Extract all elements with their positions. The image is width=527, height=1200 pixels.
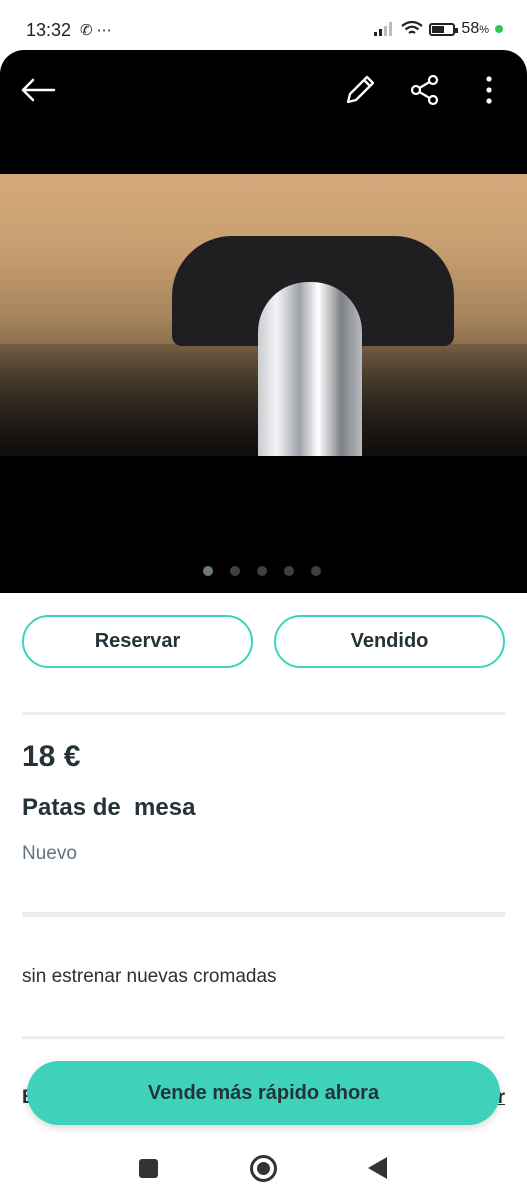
pagination-dot[interactable] (203, 566, 213, 576)
more-vertical-icon (486, 76, 492, 104)
more-options-button[interactable] (469, 70, 509, 110)
status-right-group: 58% (373, 20, 503, 38)
product-photo[interactable] (0, 174, 527, 456)
gallery-pagination (203, 566, 321, 576)
sold-button[interactable]: Vendido (274, 615, 505, 668)
battery-level: 58% (461, 20, 489, 37)
back-button[interactable] (18, 70, 58, 110)
share-icon (410, 74, 439, 106)
item-description: sin estrenar nuevas cromadas (22, 966, 277, 987)
photo-gallery[interactable] (0, 50, 527, 593)
divider (22, 912, 505, 917)
notification-icons: ✆ ⋯ (80, 22, 112, 39)
item-price: 18 € (22, 740, 81, 773)
pagination-dot[interactable] (257, 566, 267, 576)
back-triangle-icon[interactable] (368, 1157, 387, 1179)
system-navigation-bar (0, 1138, 527, 1200)
edit-button[interactable] (340, 70, 380, 110)
divider (22, 712, 505, 715)
pagination-dot[interactable] (311, 566, 321, 576)
pagination-dot[interactable] (284, 566, 294, 576)
recents-icon[interactable] (139, 1159, 158, 1178)
privacy-indicator-icon (495, 25, 503, 33)
divider (22, 1036, 505, 1039)
photo-chrome-leg (258, 282, 362, 456)
wifi-icon (401, 21, 424, 34)
item-title: Patas de mesa (22, 794, 196, 821)
pencil-icon (346, 75, 375, 104)
status-bar: 13:32 ✆ ⋯ 58% (0, 0, 527, 56)
signal-icon (374, 22, 393, 36)
item-condition: Nuevo (22, 843, 77, 864)
arrow-left-icon (21, 78, 56, 102)
share-button[interactable] (405, 70, 445, 110)
battery-icon (429, 22, 459, 36)
pagination-dot[interactable] (230, 566, 240, 576)
home-icon[interactable] (250, 1155, 277, 1182)
boost-sale-button[interactable]: Vende más rápido ahora (27, 1061, 500, 1125)
reserve-button[interactable]: Reservar (22, 615, 253, 668)
status-time: 13:32 (26, 20, 72, 40)
